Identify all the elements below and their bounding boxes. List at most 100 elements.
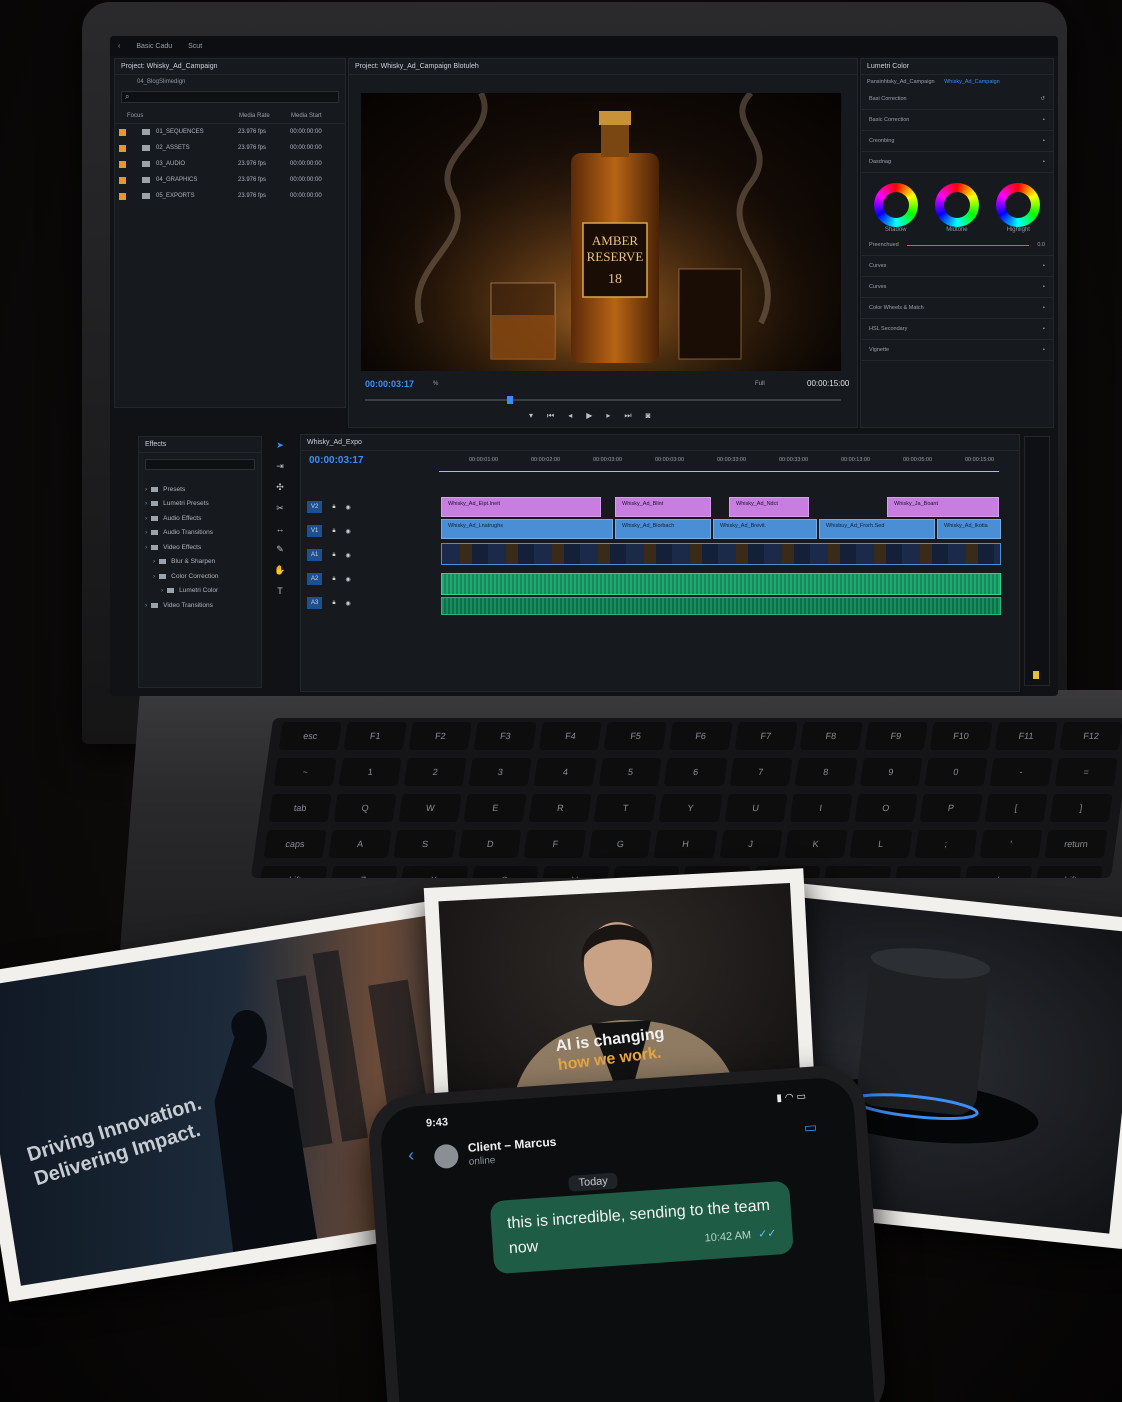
track-select-icon[interactable]: ⇥: [276, 461, 284, 472]
disclosure-chevron-icon[interactable]: ›: [145, 500, 147, 507]
label-color-swatch[interactable]: [119, 160, 126, 168]
label-color-swatch[interactable]: [119, 144, 126, 152]
keyboard-key[interactable]: D: [458, 830, 522, 858]
effects-item[interactable]: › Video Effects: [139, 540, 261, 555]
track-v1-thumbnails[interactable]: [441, 543, 1001, 565]
lumetri-source-clip[interactable]: Pansinhtsky_Ad_Campaign: [867, 79, 935, 85]
track-target-label[interactable]: V2: [307, 501, 323, 513]
disclosure-chevron-icon[interactable]: ›: [145, 515, 147, 522]
keyboard-key[interactable]: shift: [258, 866, 327, 878]
disclosure-chevron-icon[interactable]: ›: [145, 602, 147, 609]
track-target-label[interactable]: A2: [307, 573, 323, 585]
type-tool-icon[interactable]: T: [277, 586, 283, 596]
keyboard-key[interactable]: W: [398, 794, 462, 822]
keyboard-key[interactable]: F10: [929, 722, 993, 750]
disclosure-chevron-icon[interactable]: ›: [145, 486, 147, 493]
effects-item[interactable]: › Presets: [139, 482, 261, 497]
timeline-playhead-line[interactable]: [439, 471, 999, 472]
col-start[interactable]: Media Start: [291, 113, 322, 119]
section-toggle-icon[interactable]: ▪: [1043, 284, 1045, 290]
camera-icon[interactable]: ◙: [646, 411, 651, 421]
bin-row[interactable]: 01_SEQUENCES 23.976 fps 00:00:00:00: [115, 124, 345, 140]
bin-row[interactable]: 03_AUDIO 23.976 fps 00:00:00:00: [115, 156, 345, 172]
contact-avatar[interactable]: [433, 1143, 460, 1170]
lumetri-title[interactable]: Lumetri Color: [861, 59, 1053, 75]
play-icon[interactable]: ▶: [586, 411, 592, 421]
keyboard-key[interactable]: I: [789, 794, 853, 822]
track-a2-audio[interactable]: [441, 597, 1001, 615]
disclosure-chevron-icon[interactable]: ›: [145, 529, 147, 536]
nav-item-basic[interactable]: Basic Cadu: [136, 43, 172, 50]
lumetri-section[interactable]: Curves ▪: [861, 277, 1053, 298]
effects-item[interactable]: › Color Correction: [139, 569, 261, 584]
contact-name[interactable]: Client – Marcus: [467, 1135, 556, 1155]
keyboard-key[interactable]: V: [540, 866, 609, 878]
keyboard-key[interactable]: J: [719, 830, 783, 858]
program-timecode[interactable]: 00:00:03:17: [365, 379, 414, 389]
track-target-label[interactable]: A3: [307, 597, 323, 609]
keyboard-key[interactable]: return: [1044, 830, 1108, 858]
marker-icon[interactable]: ▾: [529, 411, 533, 421]
razor-tool-icon[interactable]: ✂: [276, 503, 284, 514]
v2-clip[interactable]: Whisky_Ja_Boant: [887, 497, 999, 517]
section-toggle-icon[interactable]: ▪: [1043, 138, 1045, 144]
keyboard-key[interactable]: O: [854, 794, 918, 822]
highlight-wheel[interactable]: [996, 183, 1041, 227]
keyboard-key[interactable]: F1: [343, 722, 407, 750]
timeline-timecode[interactable]: 00:00:03:17: [309, 455, 363, 466]
effects-item[interactable]: › Lumetri Presets: [139, 497, 261, 512]
effects-item[interactable]: › Blur & Sharpen: [139, 555, 261, 570]
quality-select[interactable]: Full: [755, 381, 765, 387]
keyboard-key[interactable]: Y: [659, 794, 723, 822]
keyboard-key[interactable]: A: [328, 830, 392, 858]
program-scrubber[interactable]: [365, 396, 841, 404]
keyboard-key[interactable]: 9: [859, 758, 923, 786]
label-color-swatch[interactable]: [119, 176, 126, 184]
lock-icon[interactable]: 🔒︎: [332, 552, 335, 559]
keyboard-key[interactable]: F4: [539, 722, 603, 750]
disclosure-chevron-icon[interactable]: ›: [153, 558, 155, 565]
eye-icon[interactable]: ◉: [346, 552, 351, 559]
keyboard-key[interactable]: E: [463, 794, 527, 822]
keyboard-key[interactable]: 3: [468, 758, 532, 786]
eye-icon[interactable]: ◉: [346, 576, 351, 583]
section-toggle-icon[interactable]: ▪: [1043, 117, 1045, 123]
lock-icon[interactable]: 🔒︎: [332, 576, 335, 583]
section-toggle-icon[interactable]: ▪: [1043, 305, 1045, 311]
keyboard-key[interactable]: L: [849, 830, 913, 858]
project-search-input[interactable]: ⌕: [121, 91, 339, 103]
section-toggle-icon[interactable]: ▪: [1043, 263, 1045, 269]
label-color-swatch[interactable]: [119, 128, 126, 136]
selection-tool-icon[interactable]: ➤: [276, 440, 284, 451]
keyboard-key[interactable]: 4: [533, 758, 598, 786]
disclosure-chevron-icon[interactable]: ›: [161, 587, 163, 594]
v2-clip[interactable]: Whisky_Ad_Eipt.Ineit: [441, 497, 601, 517]
lock-icon[interactable]: 🔒︎: [332, 600, 335, 607]
disclosure-chevron-icon[interactable]: ›: [153, 573, 155, 580]
keyboard-key[interactable]: F: [523, 830, 587, 858]
keyboard-key[interactable]: P: [919, 794, 983, 822]
keyboard-key[interactable]: esc: [278, 722, 342, 750]
col-name[interactable]: Focus: [127, 113, 239, 119]
slip-tool-icon[interactable]: ↔: [276, 524, 285, 534]
keyboard-key[interactable]: .: [893, 866, 962, 878]
keyboard-key[interactable]: tab: [268, 794, 332, 822]
keyboard-key[interactable]: 6: [664, 758, 728, 786]
keyboard-key[interactable]: F6: [669, 722, 733, 750]
timeline-ruler[interactable]: 00:00:01:00 00:00:02:00 00:00:03:00 00:00:0…: [439, 435, 999, 479]
keyboard-key[interactable]: 0: [924, 758, 988, 786]
zoom-select[interactable]: %: [433, 381, 438, 387]
eye-icon[interactable]: ◉: [346, 528, 351, 535]
back-chevron-icon[interactable]: ‹: [407, 1145, 414, 1166]
keyboard-key[interactable]: ': [979, 830, 1043, 858]
effects-item[interactable]: › Audio Transitions: [139, 526, 261, 541]
playhead-marker[interactable]: [507, 396, 513, 404]
v2-clip[interactable]: Whisky_Ad_Blint: [615, 497, 711, 517]
keyboard-key[interactable]: Z: [329, 866, 398, 878]
nav-item-scut[interactable]: Scut: [188, 43, 202, 50]
message-bubble[interactable]: this is incredible, sending to the team …: [489, 1180, 794, 1274]
back-icon[interactable]: ‹: [118, 43, 120, 50]
keyboard-key[interactable]: K: [784, 830, 848, 858]
step-forward-icon[interactable]: ⏭: [624, 411, 631, 421]
lumetri-section[interactable]: HSL Secondary ▪: [861, 319, 1053, 340]
